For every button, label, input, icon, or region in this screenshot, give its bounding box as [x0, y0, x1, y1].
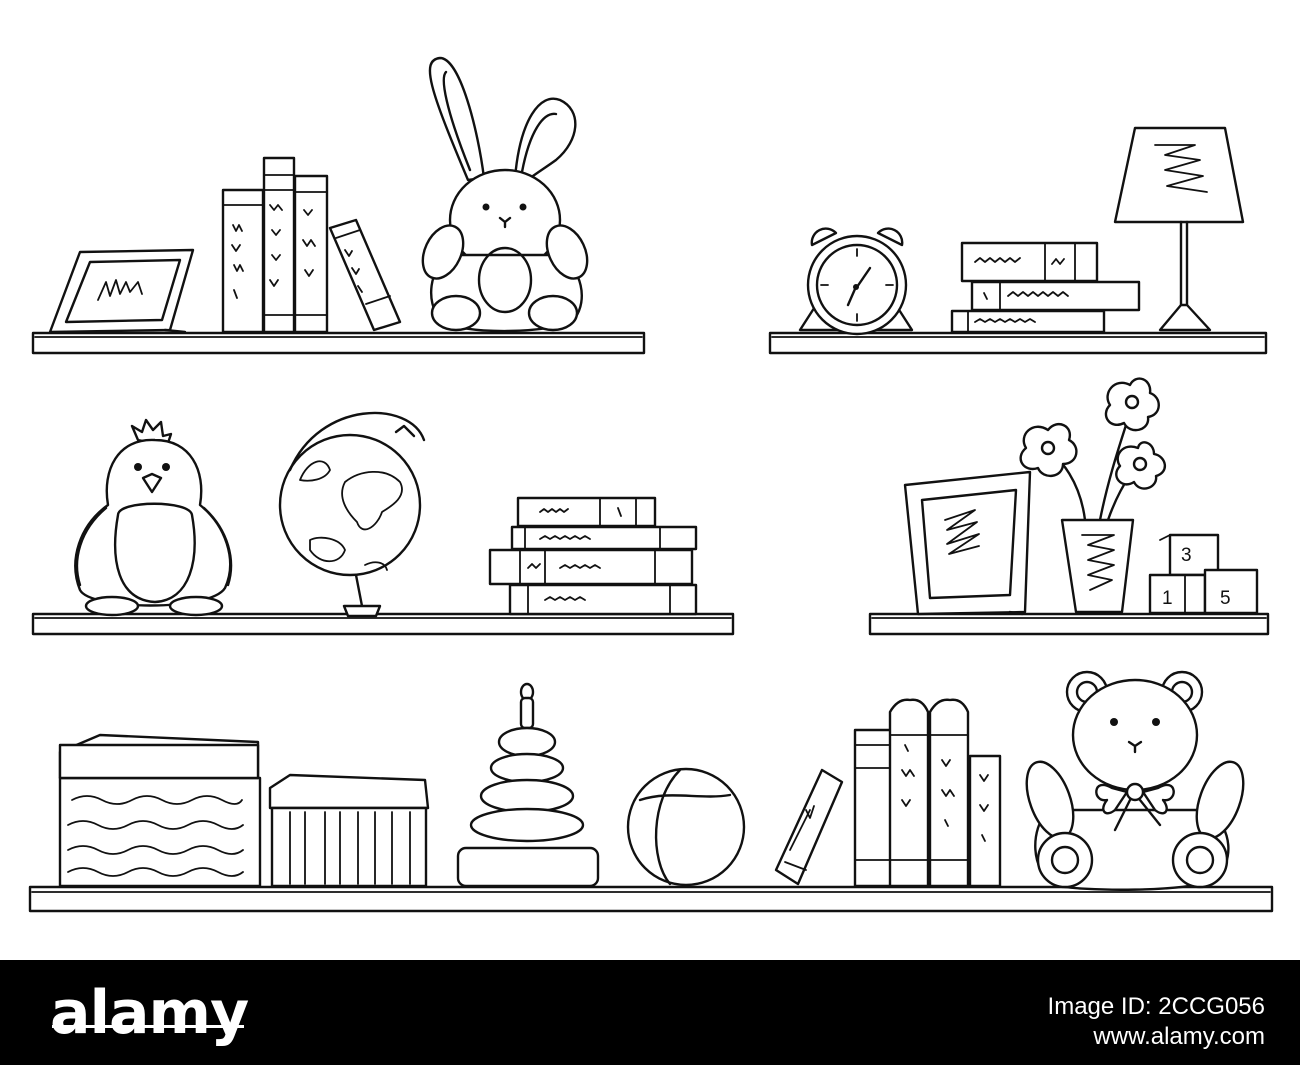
block-number-1: 1: [1162, 588, 1173, 609]
picture-frame-small: [50, 250, 193, 332]
book-stack-1: [952, 243, 1139, 332]
flower-vase: [1021, 379, 1165, 612]
book-stack-2: [490, 498, 696, 614]
shelf-bottom: [30, 887, 1272, 911]
image-id-block: Image ID: 2CCG056 www.alamy.com: [1048, 992, 1265, 1052]
site-url: www.alamy.com: [1093, 1023, 1265, 1050]
books-upright-1: [223, 158, 400, 332]
striped-box-large: [60, 735, 260, 886]
stacking-ring-pyramid: [458, 684, 598, 886]
block-number-3: 3: [1181, 545, 1192, 566]
image-id-value: 2CCG056: [1158, 993, 1265, 1020]
shelf-top-left: [33, 333, 644, 353]
penguin-toy: [75, 420, 231, 615]
block-number-5: 5: [1220, 588, 1231, 609]
picture-frame-large: [905, 472, 1030, 614]
teddy-bear: [1018, 672, 1253, 890]
image-id-label: Image ID:: [1047, 993, 1152, 1020]
alarm-clock: [800, 229, 912, 334]
watermark-footer: alamy Image ID: 2CCG056 www.alamy.com: [0, 960, 1300, 1065]
books-upright-2: [776, 700, 1000, 886]
ball: [628, 769, 744, 885]
image-id-line: Image ID: 2CCG056: [1048, 992, 1265, 1022]
globe: [280, 413, 424, 616]
bunny-toy: [415, 58, 595, 331]
striped-box-small: [270, 775, 428, 886]
alamy-logo: alamy: [50, 968, 249, 1058]
shelves-illustration: 3 1 5: [0, 0, 1300, 960]
alamy-logo-text: alamy: [50, 978, 249, 1048]
shelf-middle-right: [870, 614, 1268, 634]
shelf-middle-left: [33, 614, 733, 634]
number-blocks: 3 1 5: [1150, 535, 1257, 613]
shelf-top-right: [770, 333, 1266, 353]
